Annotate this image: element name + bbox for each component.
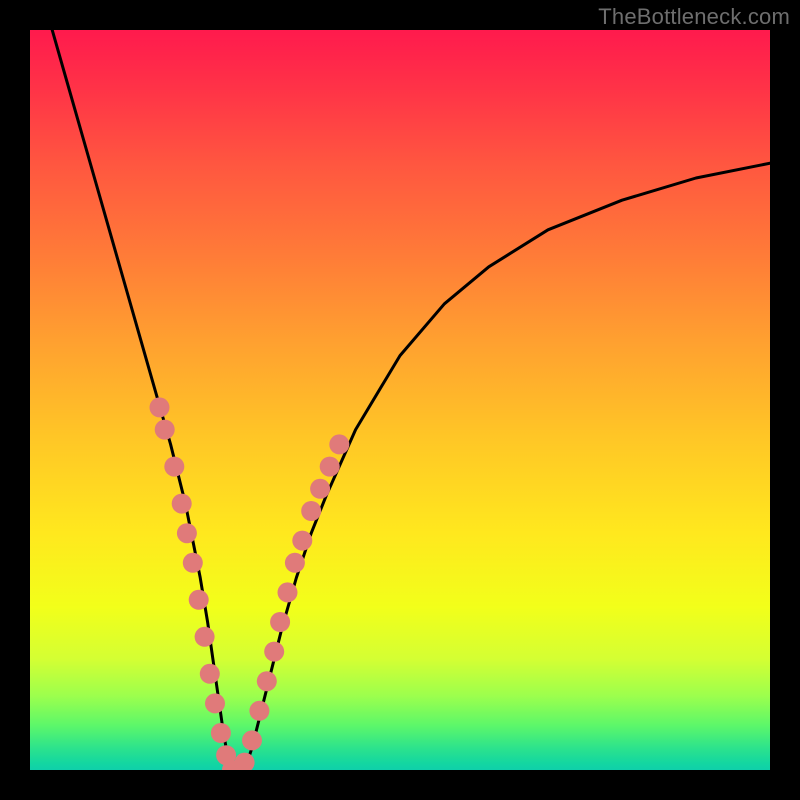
marker-dot <box>189 590 209 610</box>
marker-dot <box>200 664 220 684</box>
chart-frame: TheBottleneck.com <box>0 0 800 800</box>
marker-dot <box>320 457 340 477</box>
chart-svg <box>30 30 770 770</box>
marker-dot <box>242 730 262 750</box>
marker-dot <box>329 434 349 454</box>
marker-dot <box>155 420 175 440</box>
marker-dot <box>195 627 215 647</box>
marker-dot <box>183 553 203 573</box>
marker-dot <box>164 457 184 477</box>
marker-dot <box>150 397 170 417</box>
marker-dot <box>257 671 277 691</box>
marker-points <box>150 397 350 770</box>
marker-dot <box>211 723 231 743</box>
marker-dot <box>310 479 330 499</box>
marker-dot <box>249 701 269 721</box>
marker-dot <box>270 612 290 632</box>
marker-dot <box>285 553 305 573</box>
watermark-text: TheBottleneck.com <box>598 4 790 30</box>
marker-dot <box>264 642 284 662</box>
plot-area <box>30 30 770 770</box>
marker-dot <box>292 531 312 551</box>
marker-dot <box>205 693 225 713</box>
marker-dot <box>278 582 298 602</box>
marker-dot <box>301 501 321 521</box>
marker-dot <box>172 494 192 514</box>
marker-dot <box>235 753 255 770</box>
marker-dot <box>177 523 197 543</box>
